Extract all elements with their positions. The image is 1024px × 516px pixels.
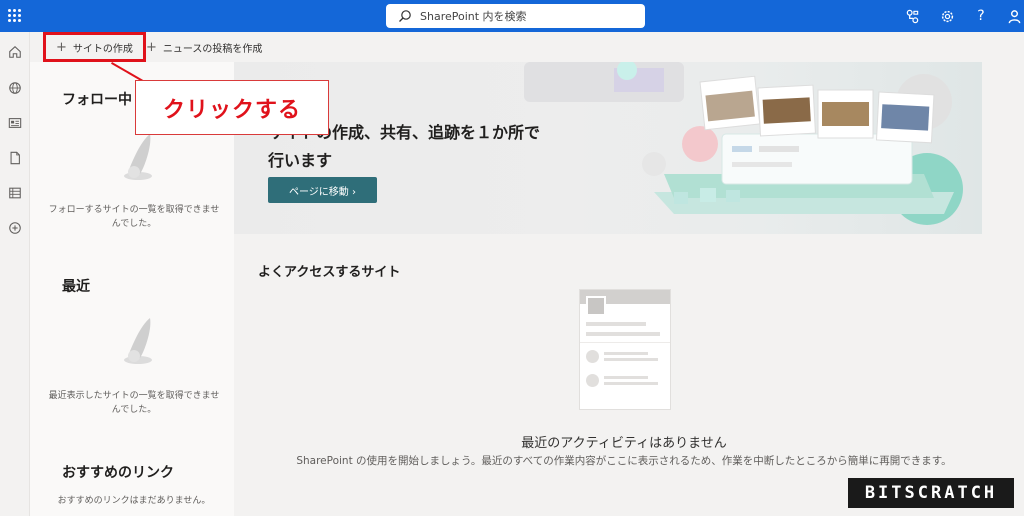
document-icon[interactable] — [7, 150, 23, 166]
create-news-label: ニュースの投稿を作成 — [162, 44, 263, 55]
recent-desc: 最近表示したサイトの一覧を取得できませんでした。 — [48, 391, 220, 415]
news-icon[interactable] — [7, 115, 23, 131]
settings-icon[interactable] — [937, 6, 957, 26]
create-news-button[interactable]: + ニュースの投稿を作成 — [146, 39, 263, 56]
profile-icon[interactable] — [1004, 6, 1024, 26]
empty-state-illustration-icon — [124, 134, 152, 180]
plus-icon: + — [146, 39, 157, 55]
app-rail — [0, 32, 30, 516]
waffle-icon[interactable] — [8, 9, 22, 23]
add-circle-icon[interactable] — [7, 220, 23, 236]
no-activity-desc: SharePoint の使用を開始しましょう。最近のすべての作業内容がここに表示… — [296, 455, 952, 467]
no-activity-title: 最近のアクティビティはありません — [521, 436, 727, 451]
search-box[interactable]: SharePoint 内を検索 — [386, 4, 645, 28]
suite-header: SharePoint 内を検索 ? — [0, 0, 1024, 32]
search-placeholder: SharePoint 内を検索 — [420, 10, 527, 23]
connections-icon[interactable] — [902, 6, 922, 26]
click-callout: クリックする — [135, 80, 329, 135]
home-icon[interactable] — [7, 44, 23, 60]
recent-title: 最近 — [62, 279, 90, 295]
following-desc: フォローするサイトの一覧を取得できませんでした。 — [48, 205, 220, 229]
empty-state-illustration-icon — [124, 318, 152, 364]
watermark-logo: BITSCRATCH — [848, 478, 1014, 508]
hero-banner: サイトの作成、共有、追跡を１か所で 行います ページに移動 › — [234, 62, 982, 234]
recommended-desc: おすすめのリンクはまだありません。 — [57, 496, 211, 506]
empty-activity-card-icon — [579, 289, 671, 410]
list-icon[interactable] — [7, 185, 23, 201]
search-icon — [399, 10, 411, 22]
highlight-box — [43, 32, 146, 62]
following-title: フォロー中 — [62, 92, 132, 108]
globe-icon[interactable] — [7, 80, 23, 96]
go-to-page-button[interactable]: ページに移動 › — [268, 177, 377, 203]
help-icon[interactable]: ? — [971, 6, 991, 26]
frequent-sites-title: よくアクセスするサイト — [258, 265, 401, 280]
command-bar: + サイトの作成 + ニュースの投稿を作成 — [30, 32, 1024, 62]
recommended-title: おすすめのリンク — [62, 465, 174, 481]
hero-headline-line2: 行います — [268, 151, 333, 170]
